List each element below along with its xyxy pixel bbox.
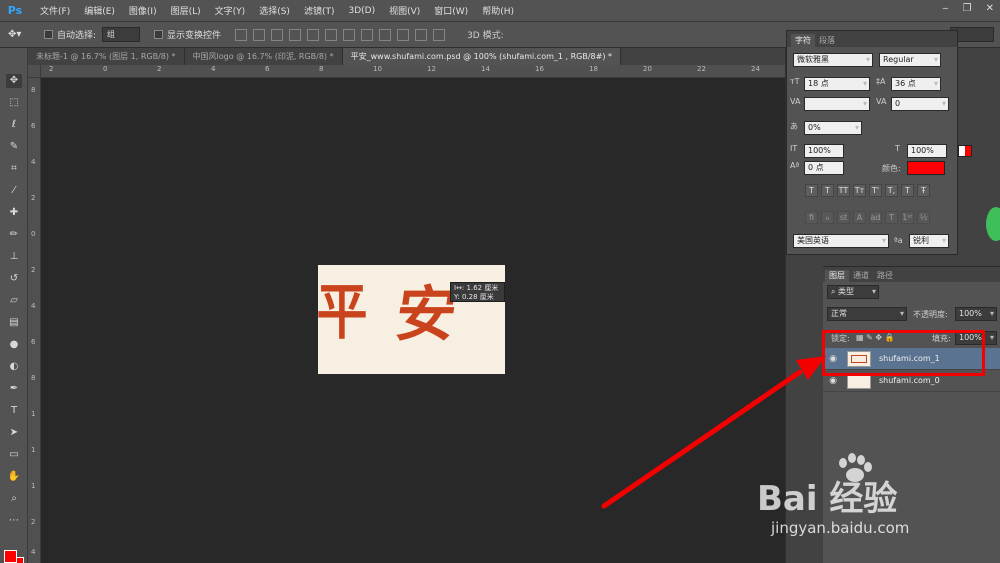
- watermark-brand: Bai 经验: [757, 479, 898, 519]
- foreground-color-swatch[interactable]: [4, 550, 17, 563]
- watermark-url: jingyan.baidu.com: [771, 519, 910, 537]
- baidu-watermark: Bai 经验 jingyan.baidu.com: [757, 453, 993, 563]
